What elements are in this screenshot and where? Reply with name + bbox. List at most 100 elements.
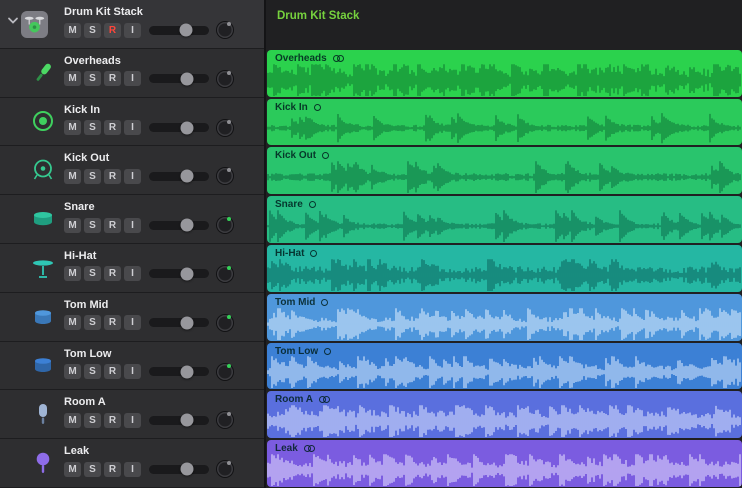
input-monitor-button[interactable]: I <box>124 217 141 233</box>
record-enable-button[interactable]: R <box>104 315 121 331</box>
region-hi-hat[interactable]: Hi-Hat <box>267 244 742 292</box>
volume-slider[interactable] <box>149 365 209 379</box>
track-header-drum-kit-stack[interactable]: Drum Kit Stack M S R I <box>0 0 264 49</box>
mute-button[interactable]: M <box>64 22 81 38</box>
slider-thumb[interactable] <box>180 316 194 330</box>
record-enable-button[interactable]: R <box>104 364 121 380</box>
region-overheads[interactable]: Overheads <box>267 49 742 97</box>
solo-button[interactable]: S <box>84 315 101 331</box>
mute-button[interactable]: M <box>64 217 81 233</box>
slider-thumb[interactable] <box>180 72 194 86</box>
solo-button[interactable]: S <box>84 22 101 38</box>
track-name[interactable]: Kick Out <box>64 152 258 164</box>
input-monitor-button[interactable]: I <box>124 22 141 38</box>
track-header-leak[interactable]: Leak M S R I <box>0 439 264 488</box>
slider-thumb[interactable] <box>180 413 194 427</box>
track-header-tom-mid[interactable]: Tom Mid M S R I <box>0 292 264 342</box>
track-name[interactable]: Room A <box>64 396 258 408</box>
slider-thumb[interactable] <box>180 365 194 379</box>
drum-kit-icon[interactable] <box>21 11 48 38</box>
pan-knob[interactable] <box>217 265 233 282</box>
stack-summary-row[interactable]: Drum Kit Stack <box>267 0 742 49</box>
record-enable-button[interactable]: R <box>104 217 121 233</box>
solo-button[interactable]: S <box>84 120 101 136</box>
solo-button[interactable]: S <box>84 412 101 428</box>
volume-slider[interactable] <box>149 462 209 476</box>
volume-slider[interactable] <box>149 72 209 86</box>
record-enable-button[interactable]: R <box>104 412 121 428</box>
volume-slider[interactable] <box>149 169 209 183</box>
pan-knob[interactable] <box>217 461 233 478</box>
solo-button[interactable]: S <box>84 266 101 282</box>
pan-knob[interactable] <box>217 363 233 380</box>
input-monitor-button[interactable]: I <box>124 412 141 428</box>
volume-slider[interactable] <box>149 23 209 37</box>
track-header-room-a[interactable]: Room A M S R I <box>0 390 264 440</box>
record-enable-button[interactable]: R <box>104 22 121 38</box>
solo-button[interactable]: S <box>84 461 101 477</box>
region-snare[interactable]: Snare <box>267 196 742 243</box>
pan-knob[interactable] <box>217 70 233 87</box>
volume-slider[interactable] <box>149 316 209 330</box>
pan-knob[interactable] <box>217 168 233 185</box>
track-name[interactable]: Overheads <box>64 55 258 67</box>
input-monitor-button[interactable]: I <box>124 168 141 184</box>
mute-button[interactable]: M <box>64 315 81 331</box>
track-header-overheads[interactable]: Overheads M S R I <box>0 48 264 98</box>
volume-slider[interactable] <box>149 413 209 427</box>
input-monitor-button[interactable]: I <box>124 266 141 282</box>
region-kick-out[interactable]: Kick Out <box>267 147 742 195</box>
solo-button[interactable]: S <box>84 364 101 380</box>
pan-knob[interactable] <box>217 412 233 429</box>
region-room-a[interactable]: Room A <box>267 391 742 439</box>
track-header-hi-hat[interactable]: Hi-Hat M S R I <box>0 243 264 293</box>
record-enable-button[interactable]: R <box>104 168 121 184</box>
track-header-snare[interactable]: Snare M S R I <box>0 195 264 244</box>
region-leak[interactable]: Leak <box>267 440 742 487</box>
record-enable-button[interactable]: R <box>104 266 121 282</box>
solo-button[interactable]: S <box>84 71 101 87</box>
input-monitor-button[interactable]: I <box>124 120 141 136</box>
track-name[interactable]: Drum Kit Stack <box>64 6 258 18</box>
track-name[interactable]: Hi-Hat <box>64 250 258 262</box>
mute-button[interactable]: M <box>64 168 81 184</box>
solo-button[interactable]: S <box>84 217 101 233</box>
track-name[interactable]: Snare <box>64 201 258 213</box>
mute-button[interactable]: M <box>64 120 81 136</box>
record-enable-button[interactable]: R <box>104 71 121 87</box>
track-name[interactable]: Leak <box>64 445 258 457</box>
mute-button[interactable]: M <box>64 461 81 477</box>
track-name[interactable]: Kick In <box>64 104 258 116</box>
mute-button[interactable]: M <box>64 71 81 87</box>
slider-thumb[interactable] <box>180 169 194 183</box>
volume-slider[interactable] <box>149 218 209 232</box>
track-header-tom-low[interactable]: Tom Low M S R I <box>0 341 264 391</box>
input-monitor-button[interactable]: I <box>124 461 141 477</box>
chevron-down-icon[interactable] <box>7 13 19 24</box>
input-monitor-button[interactable]: I <box>124 315 141 331</box>
solo-button[interactable]: S <box>84 168 101 184</box>
slider-thumb[interactable] <box>180 218 194 232</box>
volume-slider[interactable] <box>149 121 209 135</box>
track-header-kick-out[interactable]: Kick Out M S R I <box>0 146 264 196</box>
track-name[interactable]: Tom Low <box>64 348 258 360</box>
mute-button[interactable]: M <box>64 412 81 428</box>
region-tom-mid[interactable]: Tom Mid <box>267 293 742 341</box>
pan-knob[interactable] <box>217 22 233 38</box>
track-header-kick-in[interactable]: Kick In M S R I <box>0 97 264 147</box>
volume-slider[interactable] <box>149 267 209 281</box>
region-tom-low[interactable]: Tom Low <box>267 342 742 390</box>
slider-thumb[interactable] <box>180 267 194 281</box>
slider-thumb[interactable] <box>179 23 193 37</box>
mute-button[interactable]: M <box>64 364 81 380</box>
slider-thumb[interactable] <box>180 462 194 476</box>
pan-knob[interactable] <box>217 119 233 136</box>
track-name[interactable]: Tom Mid <box>64 299 258 311</box>
record-enable-button[interactable]: R <box>104 461 121 477</box>
input-monitor-button[interactable]: I <box>124 71 141 87</box>
pan-knob[interactable] <box>217 217 233 234</box>
mute-button[interactable]: M <box>64 266 81 282</box>
region-kick-in[interactable]: Kick In <box>267 98 742 146</box>
record-enable-button[interactable]: R <box>104 120 121 136</box>
input-monitor-button[interactable]: I <box>124 364 141 380</box>
